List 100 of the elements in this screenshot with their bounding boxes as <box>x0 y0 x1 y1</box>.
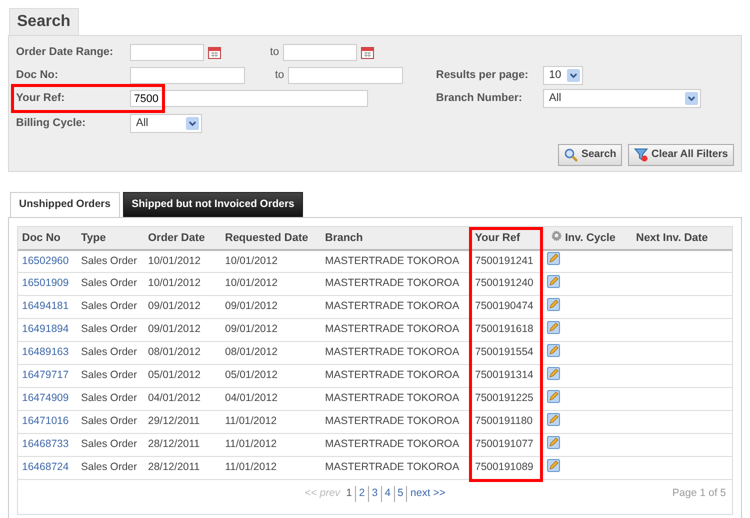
table-cell: Sales Order <box>81 323 138 336</box>
page-link[interactable]: 3 <box>368 486 381 502</box>
table-cell: MASTERTRADE TOKOROA <box>325 415 460 428</box>
date-to-field[interactable] <box>283 44 358 61</box>
doc-no-link[interactable]: 16468724 <box>22 461 69 474</box>
field-label: Billing Cycle: <box>16 116 87 131</box>
branch-number-select[interactable]: All <box>543 89 701 108</box>
table-cell: Sales Order <box>81 461 138 474</box>
table-cell: 7500191089 <box>475 461 534 474</box>
edit-icon[interactable] <box>547 390 560 403</box>
table-cell: 7500191241 <box>475 254 534 267</box>
table-cell: 05/01/2012 <box>225 369 278 382</box>
doc-no-link[interactable]: 16468733 <box>22 438 69 450</box>
edit-icon[interactable] <box>547 344 560 357</box>
table-cell: Sales Order <box>81 392 138 404</box>
table-cell: Sales Order <box>81 277 138 290</box>
table-cell: 04/01/2012 <box>148 392 201 404</box>
doc-no-link[interactable]: 16489163 <box>22 346 69 358</box>
tab[interactable]: Shipped but not Invoiced Orders <box>122 192 304 217</box>
doc-no-link[interactable]: 16494181 <box>22 300 69 312</box>
to-label: to <box>275 68 284 84</box>
page-summary: Page 1 of 5 <box>672 486 726 502</box>
table-cell: MASTERTRADE TOKOROA <box>325 346 460 358</box>
doc-no-link[interactable]: 16479717 <box>22 369 69 382</box>
table-cell: Sales Order <box>81 438 138 450</box>
table-cell: MASTERTRADE TOKOROA <box>325 369 460 382</box>
edit-icon[interactable] <box>547 436 560 449</box>
search-button[interactable]: Search <box>558 144 622 166</box>
tab[interactable]: Unshipped Orders <box>10 192 120 217</box>
table-cell: MASTERTRADE TOKOROA <box>325 438 460 450</box>
edit-icon[interactable] <box>547 458 560 472</box>
table-cell: 7500191180 <box>475 415 533 428</box>
table-cell: Sales Order <box>81 300 138 312</box>
page-link[interactable]: 5 <box>394 486 406 502</box>
table-cell: 08/01/2012 <box>148 346 201 358</box>
doc-no-link[interactable]: 16491894 <box>22 323 69 336</box>
table-cell: 7500191618 <box>475 323 534 336</box>
calendar-icon[interactable] <box>208 46 221 59</box>
edit-icon[interactable] <box>547 366 560 380</box>
edit-icon[interactable] <box>547 252 560 266</box>
doc-no-to-field[interactable] <box>288 67 404 84</box>
table-cell: Sales Order <box>81 346 138 358</box>
doc-no-link[interactable]: 16501909 <box>22 277 69 290</box>
prev-link: << prev <box>304 486 340 502</box>
edit-icon[interactable] <box>547 320 560 334</box>
field-label: Results per page: <box>436 68 530 84</box>
table-cell: 10/01/2012 <box>225 254 278 267</box>
page-link[interactable]: 1 <box>343 486 356 502</box>
table-cell: 09/01/2012 <box>225 323 278 336</box>
table-cell: 7500191077 <box>475 438 534 450</box>
table-cell: 11/01/2012 <box>225 438 277 450</box>
results-per-page-select[interactable]: 10 <box>543 66 583 85</box>
table-cell: Sales Order <box>81 254 138 267</box>
table-cell: MASTERTRADE TOKOROA <box>325 254 460 267</box>
table-cell: 7500191314 <box>475 369 534 382</box>
table-cell: 7500191240 <box>475 277 534 290</box>
field-label: Branch Number: <box>436 91 524 106</box>
table-cell: Sales Order <box>81 415 138 428</box>
doc-no-link[interactable]: 16474909 <box>22 392 69 404</box>
table-cell: 09/01/2012 <box>225 300 278 312</box>
search-tab[interactable]: Search <box>9 8 80 35</box>
doc-no-link[interactable]: 16471016 <box>22 415 69 428</box>
table-cell: 10/01/2012 <box>148 277 201 290</box>
table-cell: 7500190474 <box>475 300 534 312</box>
table-cell: 28/12/2011 <box>148 461 200 474</box>
date-from-field[interactable] <box>130 44 204 61</box>
field-label: Doc No: <box>16 68 60 84</box>
table-cell: 28/12/2011 <box>148 438 200 450</box>
table-cell: 7500191225 <box>475 392 534 404</box>
table-cell: MASTERTRADE TOKOROA <box>325 300 460 312</box>
page-link[interactable]: 2 <box>355 486 368 502</box>
table-cell: MASTERTRADE TOKOROA <box>325 323 460 336</box>
your-ref-field[interactable]: 7500 <box>130 90 368 107</box>
table-cell: 05/01/2012 <box>148 369 201 382</box>
table-cell: 08/01/2012 <box>225 346 278 358</box>
clear-filters-button[interactable]: Clear All Filters <box>628 144 734 166</box>
column-header[interactable]: Branch <box>325 232 363 244</box>
column-header[interactable]: Type <box>81 232 106 244</box>
edit-icon[interactable] <box>547 412 560 426</box>
table-cell: 10/01/2012 <box>148 254 201 267</box>
table-cell: 29/12/2011 <box>148 415 200 428</box>
next-link[interactable]: next >> <box>406 486 446 502</box>
field-label: Order Date Range: <box>16 45 114 60</box>
doc-no-from-field[interactable] <box>130 67 245 84</box>
billing-cycle-select[interactable]: All <box>130 114 202 132</box>
table-cell: MASTERTRADE TOKOROA <box>325 461 460 474</box>
table-cell: Sales Order <box>81 369 138 382</box>
table-cell: 11/01/2012 <box>225 461 277 474</box>
field-label: Your Ref: <box>16 91 66 106</box>
edit-icon[interactable] <box>547 274 560 288</box>
table-cell: 10/01/2012 <box>225 277 278 290</box>
table-cell: 09/01/2012 <box>148 323 201 336</box>
table-cell: 09/01/2012 <box>148 300 201 312</box>
table-cell: MASTERTRADE TOKOROA <box>325 392 460 404</box>
search-icon <box>564 148 578 162</box>
calendar-icon[interactable] <box>361 46 374 59</box>
edit-icon[interactable] <box>547 298 560 311</box>
to-label: to <box>270 45 280 60</box>
page-link[interactable]: 4 <box>380 486 394 502</box>
doc-no-link[interactable]: 16502960 <box>22 254 69 267</box>
